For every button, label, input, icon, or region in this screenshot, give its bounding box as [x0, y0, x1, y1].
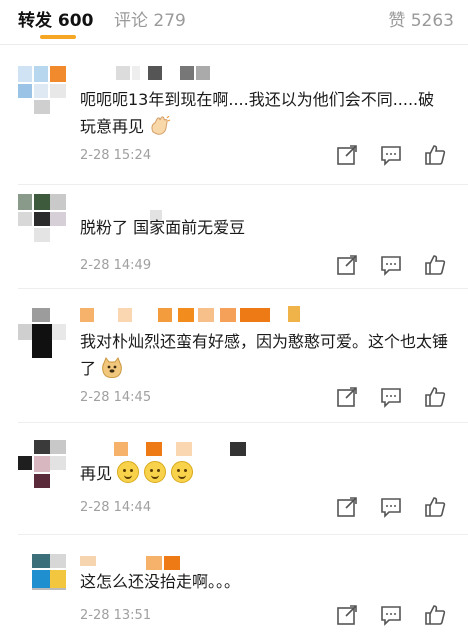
tab-like[interactable]: 赞 5263: [388, 6, 454, 31]
share-arrow-icon[interactable]: [336, 144, 358, 166]
comment-text: 这怎么还没抬走啊。。。: [80, 572, 241, 591]
comment-text: 再见: [80, 460, 450, 487]
comment-time: 2-28 14:45: [80, 390, 152, 405]
comment-divider: [18, 422, 468, 423]
comment-bubble-icon[interactable]: [380, 496, 402, 518]
comment-actions: [336, 604, 454, 626]
avatar[interactable]: [18, 554, 68, 604]
comment-time: 2-28 15:24: [80, 148, 152, 163]
comment-actions: [336, 144, 454, 166]
comment-actions: [336, 496, 454, 518]
comment-bubble-icon[interactable]: [380, 386, 402, 408]
header-divider: [0, 44, 468, 45]
comment-item: 脱粉了 国家面前无爱豆 2-28 14:49: [0, 188, 468, 289]
comment-text: 我对朴灿烈还蛮有好感，因为憨憨可爱。这个也太锤了: [80, 332, 449, 379]
comment-divider: [18, 288, 468, 289]
comment-time: 2-28 14:49: [80, 258, 152, 273]
comment-actions: [336, 386, 454, 408]
comment-divider: [18, 534, 468, 535]
comment-item: 我对朴灿烈还蛮有好感，因为憨憨可爱。这个也太锤了 2-28 14:45: [0, 296, 468, 432]
tab-repost[interactable]: 转发 600: [18, 6, 93, 31]
comment-text: 脱粉了 国家面前无爱豆: [80, 218, 246, 237]
thumbs-up-icon[interactable]: [424, 496, 446, 518]
avatar[interactable]: [18, 440, 68, 490]
avatar[interactable]: [18, 66, 68, 116]
share-arrow-icon[interactable]: [336, 496, 358, 518]
smile-emoji-icon: [117, 461, 140, 483]
comment-bubble-icon[interactable]: [380, 604, 402, 626]
thumbs-up-icon[interactable]: [424, 144, 446, 166]
comment-actions: [336, 254, 454, 276]
comment-item: 这怎么还没抬走啊。。。 2-28 13:51: [0, 544, 468, 640]
thumbs-up-icon[interactable]: [424, 254, 446, 276]
comment-bubble-icon[interactable]: [380, 254, 402, 276]
comment-item: 呃呃呃13年到现在啊....我还以为他们会不同.....破玩意再见 2-28 1…: [0, 58, 468, 185]
smile-emoji-icon: [171, 461, 194, 483]
doge-emoji-icon: [101, 356, 123, 379]
thumbs-up-icon[interactable]: [424, 386, 446, 408]
tab-bar: 转发 600 评论 279 赞 5263: [0, 0, 468, 44]
comment-time: 2-28 14:44: [80, 500, 152, 515]
avatar[interactable]: [18, 194, 68, 244]
tab-comment[interactable]: 评论 279: [114, 6, 186, 31]
waving-hand-emoji-icon: [149, 115, 171, 136]
thumbs-up-icon[interactable]: [424, 604, 446, 626]
comment-text: 呃呃呃13年到现在啊....我还以为他们会不同.....破玩意再见: [80, 90, 435, 136]
avatar[interactable]: [18, 308, 68, 358]
share-arrow-icon[interactable]: [336, 386, 358, 408]
comment-bubble-icon[interactable]: [380, 144, 402, 166]
active-tab-indicator: [40, 35, 76, 39]
share-arrow-icon[interactable]: [336, 254, 358, 276]
share-arrow-icon[interactable]: [336, 604, 358, 626]
comment-divider: [18, 184, 468, 185]
comment-item: 再见 2-28 14:44: [0, 430, 468, 535]
smile-emoji-icon: [144, 461, 167, 483]
comment-time: 2-28 13:51: [80, 608, 152, 623]
